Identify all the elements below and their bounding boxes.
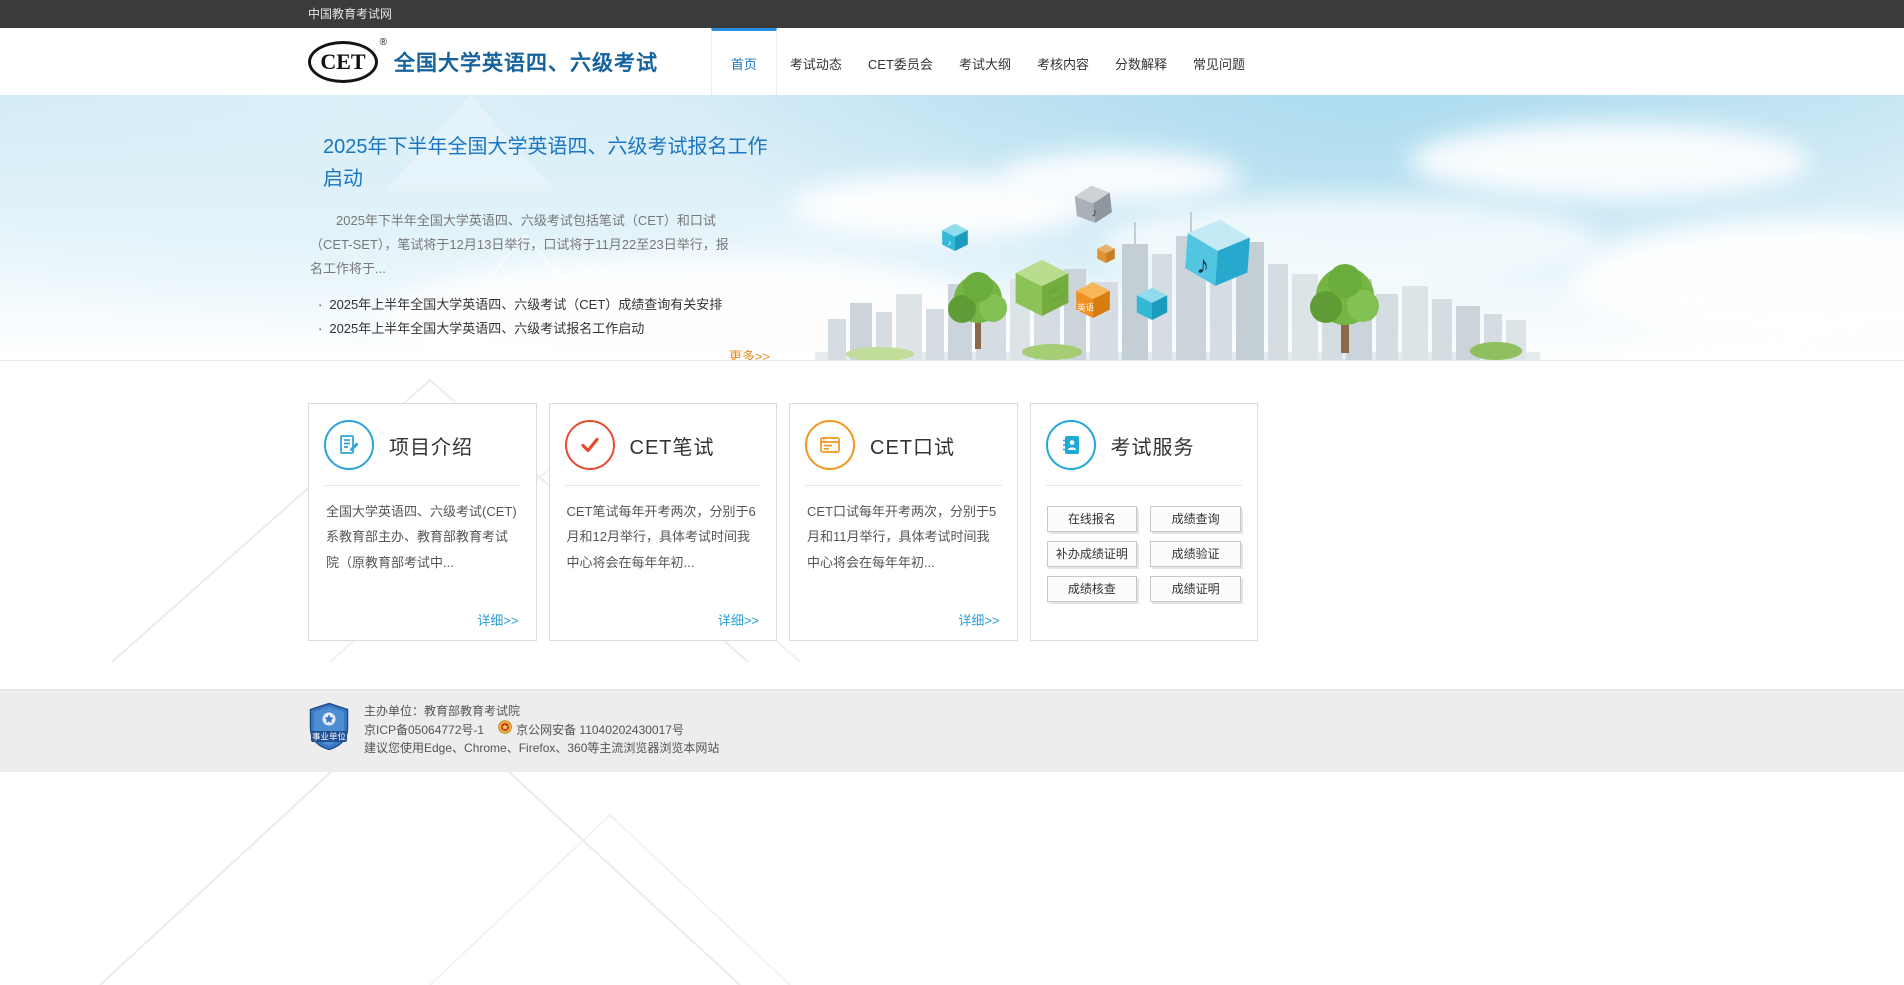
nav-assessment-content[interactable]: 考核内容 bbox=[1024, 28, 1102, 95]
card-header: CET口试 bbox=[805, 404, 1002, 486]
brand[interactable]: CET ® 全国大学英语四、六级考试 bbox=[308, 28, 658, 95]
detail-link[interactable]: 详细>> bbox=[958, 610, 999, 629]
card-cet-written-test: CET笔试 CET笔试每年开考两次，分别于6月和12月举行，具体考试时间我中心将… bbox=[548, 403, 777, 641]
card-title: 项目介绍 bbox=[389, 436, 473, 459]
news-link[interactable]: · 2025年上半年全国大学英语四、六级考试（CET）成绩查询有关安排 bbox=[318, 293, 1258, 317]
card-cet-oral-test: CET口试 CET口试每年开考两次，分别于5月和11月举行，具体考试时间我中心将… bbox=[789, 403, 1018, 641]
nav-faq[interactable]: 常见问题 bbox=[1180, 28, 1258, 95]
card-text: CET笔试每年开考两次，分别于6月和12月举行，具体考试时间我中心将会在每年年初… bbox=[566, 504, 756, 570]
service-button-score-recheck[interactable]: 成绩核查 bbox=[1046, 576, 1138, 602]
logo-text: CET bbox=[320, 48, 366, 74]
more-link[interactable]: 更多>> bbox=[729, 349, 770, 360]
bullet: · bbox=[318, 296, 323, 312]
nav-score-interpretation[interactable]: 分数解释 bbox=[1102, 28, 1180, 95]
bullet: · bbox=[318, 320, 323, 336]
detail-link[interactable]: 详细>> bbox=[718, 610, 759, 629]
card-title: CET口试 bbox=[870, 436, 955, 459]
footer: 事业单位 主办单位：教育部教育考试院 京ICP备05064772号-1 京公网安… bbox=[0, 689, 1904, 772]
nav-home[interactable]: 首页 bbox=[710, 28, 777, 95]
topbar-site-name[interactable]: 中国教育考试网 bbox=[308, 0, 392, 28]
contact-book-icon bbox=[1045, 420, 1096, 470]
card-text: 全国大学英语四、六级考试(CET)系教育部主办、教育部教育考试院（原教育部考试中… bbox=[326, 504, 517, 570]
card-header: 考试服务 bbox=[1045, 404, 1242, 486]
footer-browser-tip: 建议您使用Edge、Chrome、Firefox、360等主流浏览器浏览本网站 bbox=[364, 741, 720, 755]
site-header: CET ® 全国大学英语四、六级考试 首页 考试动态 CET委员会 考试大纲 考… bbox=[0, 28, 1904, 95]
badge-label: 事业单位 bbox=[312, 732, 347, 742]
hero-summary: 2025年下半年全国大学英语四、六级考试包括笔试（CET）和口试（CET-SET… bbox=[310, 212, 729, 276]
card-exam-services: 考试服务 在线报名 成绩查询 补办成绩证明 成绩验证 成绩核查 成绩证明 bbox=[1029, 403, 1258, 641]
cards-row: 项目介绍 全国大学英语四、六级考试(CET)系教育部主办、教育部教育考试院（原教… bbox=[308, 403, 1258, 641]
footer-info: 主办单位：教育部教育考试院 京ICP备05064772号-1 京公网安备 110… bbox=[364, 702, 719, 757]
hero-news-list: · 2025年上半年全国大学英语四、六级考试（CET）成绩查询有关安排 · 2025… bbox=[318, 293, 1258, 341]
icp-record-link[interactable]: 京ICP备05064772号-1 bbox=[364, 721, 484, 739]
news-link-text[interactable]: 2025年上半年全国大学英语四、六级考试（CET）成绩查询有关安排 bbox=[329, 297, 722, 312]
content-section: 项目介绍 全国大学英语四、六级考试(CET)系教育部主办、教育部教育考试院（原教… bbox=[0, 361, 1904, 689]
document-pencil-icon bbox=[324, 420, 374, 470]
card-project-intro: 项目介绍 全国大学英语四、六级考试(CET)系教育部主办、教育部教育考试院（原教… bbox=[308, 403, 537, 641]
hero-headline[interactable]: 2025年下半年全国大学英语四、六级考试报名工作启动 bbox=[323, 131, 775, 196]
nav-cet-committee[interactable]: CET委员会 bbox=[855, 28, 946, 95]
service-button-score-verification[interactable]: 成绩验证 bbox=[1150, 541, 1241, 567]
main-nav: 首页 考试动态 CET委员会 考试大纲 考核内容 分数解释 常见问题 bbox=[710, 28, 1258, 95]
browser-card-icon bbox=[805, 420, 855, 470]
news-link-text[interactable]: 2025年上半年全国大学英语四、六级考试报名工作启动 bbox=[329, 321, 644, 336]
topbar: 中国教育考试网 bbox=[0, 0, 1904, 28]
nav-exam-syllabus[interactable]: 考试大纲 bbox=[946, 28, 1024, 95]
cet-logo: CET ® bbox=[308, 37, 387, 83]
police-badge-icon bbox=[498, 720, 512, 739]
card-title: CET笔试 bbox=[629, 436, 715, 459]
service-button-score-certificate[interactable]: 成绩证明 bbox=[1150, 576, 1241, 602]
hero-banner: ♪ ♪ 英语 ♪ 2025年下半年全国大学英语四、六级考试报名工作启动 2025… bbox=[0, 95, 1904, 361]
service-button-reissue-score-certificate[interactable]: 补办成绩证明 bbox=[1046, 541, 1138, 567]
police-record-link[interactable]: 京公网安备 11040202430017号 bbox=[516, 721, 684, 739]
card-title: 考试服务 bbox=[1110, 436, 1195, 459]
detail-link[interactable]: 详细>> bbox=[477, 610, 518, 629]
site-title: 全国大学英语四、六级考试 bbox=[394, 51, 658, 75]
institution-badge-icon[interactable]: 事业单位 bbox=[308, 702, 350, 755]
card-header: 项目介绍 bbox=[324, 404, 521, 486]
service-button-online-registration[interactable]: 在线报名 bbox=[1046, 506, 1138, 532]
footer-organizer: 主办单位：教育部教育考试院 bbox=[364, 704, 521, 718]
service-button-score-query[interactable]: 成绩查询 bbox=[1150, 506, 1241, 532]
news-link[interactable]: · 2025年上半年全国大学英语四、六级考试报名工作启动 bbox=[318, 317, 1258, 341]
registered-mark: ® bbox=[379, 36, 387, 48]
service-buttons: 在线报名 成绩查询 补办成绩证明 成绩验证 成绩核查 成绩证明 bbox=[1046, 486, 1243, 602]
checkmark-icon bbox=[564, 420, 615, 470]
card-header: CET笔试 bbox=[564, 404, 761, 486]
nav-exam-news[interactable]: 考试动态 bbox=[777, 28, 855, 95]
card-text: CET口试每年开考两次，分别于5月和11月举行，具体考试时间我中心将会在每年年初… bbox=[807, 504, 997, 570]
police-record: 京公网安备 11040202430017号 bbox=[498, 720, 684, 739]
